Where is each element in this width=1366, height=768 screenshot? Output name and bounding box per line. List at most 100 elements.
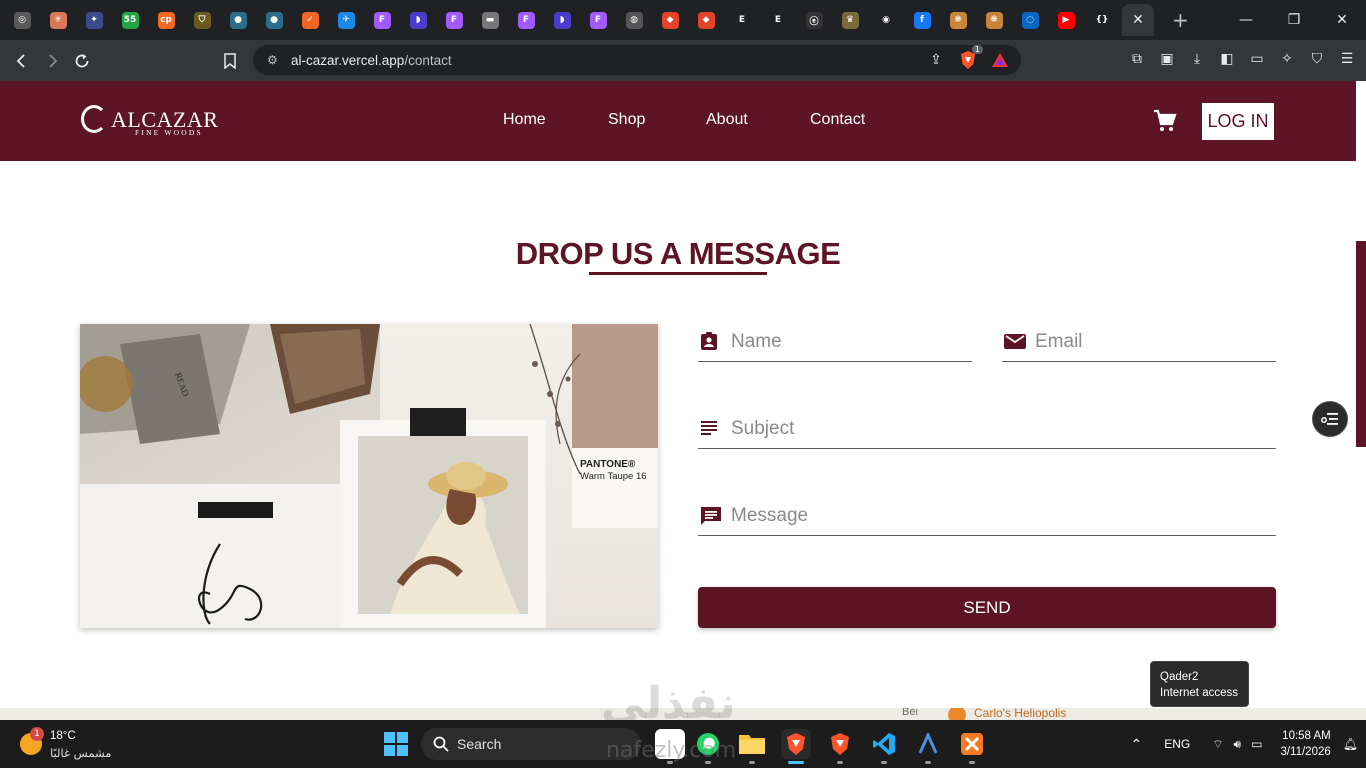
login-button[interactable]: LOG IN — [1202, 103, 1274, 140]
browser-tab[interactable]: F — [436, 4, 472, 36]
message-input[interactable] — [731, 502, 1194, 530]
browser-tab[interactable]: ◎ — [4, 4, 40, 36]
language-indicator[interactable]: ENG — [1164, 737, 1190, 751]
menu-icon[interactable]: ☰ — [1336, 48, 1358, 70]
send-button[interactable]: SEND — [698, 587, 1276, 628]
brave-icon — [831, 733, 849, 755]
browser-tab[interactable]: ▶ — [1048, 4, 1084, 36]
browser-tab[interactable]: ◌ — [1012, 4, 1048, 36]
browser-tab[interactable]: ✳ — [40, 4, 76, 36]
tray-overflow-chevron-icon[interactable]: ⌃ — [1131, 736, 1143, 753]
window-close-button[interactable]: ✕ — [1318, 0, 1366, 40]
brackets-icon: {} — [1093, 11, 1111, 29]
name-input[interactable] — [731, 328, 951, 356]
taskbar-app-xampp[interactable] — [957, 729, 987, 764]
new-tab-button[interactable]: + — [1172, 8, 1189, 32]
volume-icon[interactable]: 🔊︎ — [1234, 737, 1242, 752]
browser-tab[interactable]: F — [364, 4, 400, 36]
browser-tab[interactable]: ✦ — [76, 4, 112, 36]
site-info-icon[interactable]: ⚙ — [267, 53, 289, 67]
browser-tab[interactable]: E — [760, 4, 796, 36]
minimize-button[interactable]: — — [1222, 0, 1270, 40]
share-icon[interactable]: ⇪ — [925, 49, 947, 71]
leo-ai-icon[interactable]: ✧ — [1276, 48, 1298, 70]
address-bar[interactable]: ⚙ al-cazar.vercel.app/contact ⇪ 1 — [253, 45, 1021, 75]
bookmark-button[interactable] — [215, 46, 245, 76]
taskbar-app-brave[interactable] — [825, 729, 855, 764]
browser-tab[interactable]: ⛉ — [184, 4, 220, 36]
vpn-icon[interactable]: ⛉ — [1306, 48, 1328, 70]
downloads-icon[interactable]: ⤓ — [1186, 48, 1208, 70]
name-field — [698, 324, 972, 362]
extensions-icon[interactable]: ⧉ — [1126, 48, 1148, 70]
browser-tab[interactable]: F — [508, 4, 544, 36]
brave-shields-badge: 1 — [971, 45, 983, 54]
browser-tab[interactable]: ◉ — [868, 4, 904, 36]
browser-tab[interactable]: cp — [148, 4, 184, 36]
maximize-button[interactable]: ❐ — [1270, 0, 1318, 40]
nav-home[interactable]: Home — [503, 111, 546, 129]
brave-shields-icon[interactable]: 1 — [957, 45, 983, 71]
wifi-icon[interactable]: ⌔ — [1212, 737, 1223, 752]
nav-contact[interactable]: Contact — [810, 111, 865, 129]
browser-tab-active[interactable]: ✕ — [1122, 4, 1154, 36]
nav-shop[interactable]: Shop — [608, 111, 645, 129]
site-logo[interactable]: ALCAZAR FINE WOODS — [81, 105, 231, 139]
browser-tab[interactable]: ● — [220, 4, 256, 36]
browser-tab[interactable]: ● — [256, 4, 292, 36]
email-input[interactable] — [1035, 328, 1255, 356]
sidebar-icon[interactable]: ◧ — [1216, 48, 1238, 70]
weather-temperature: 18°C — [50, 730, 76, 742]
browser-tab[interactable]: F — [580, 4, 616, 36]
email-field — [1002, 324, 1276, 362]
youtube-icon: ▶ — [1057, 11, 1075, 29]
forward-button[interactable] — [37, 46, 67, 76]
reading-mode-icon[interactable]: ▣ — [1156, 48, 1178, 70]
pattern-icon: ❋ — [985, 11, 1003, 29]
subject-input[interactable] — [731, 415, 1194, 443]
browser-tab[interactable]: ◗ — [400, 4, 436, 36]
pattern-icon: ❋ — [949, 11, 967, 29]
browser-tab[interactable]: ⓔ — [796, 4, 832, 36]
back-button[interactable] — [7, 46, 37, 76]
reload-button[interactable] — [67, 46, 97, 76]
taskbar-app-explorer[interactable] — [737, 729, 767, 764]
taskbar-app-arc[interactable] — [913, 729, 943, 764]
browser-tab[interactable]: ♛ — [832, 4, 868, 36]
browser-tab[interactable]: f — [904, 4, 940, 36]
browser-tab[interactable]: ◗ — [544, 4, 580, 36]
browser-tab[interactable]: 55 — [112, 4, 148, 36]
battery-icon[interactable]: ▭ — [1251, 737, 1262, 751]
window-controls: — ❐ ✕ — [1222, 0, 1366, 40]
brave-rewards-icon[interactable] — [989, 49, 1011, 71]
figma-icon: F — [517, 11, 535, 29]
nav-about[interactable]: About — [706, 111, 748, 129]
browser-tab[interactable]: ◍ — [616, 4, 652, 36]
search-icon — [433, 736, 449, 752]
page-title: DROP US A MESSAGE — [515, 236, 841, 271]
github-icon: ◉ — [877, 11, 895, 29]
figma-icon: F — [373, 11, 391, 29]
wallet-icon[interactable]: ▭ — [1246, 48, 1268, 70]
browser-tab[interactable]: ✓ — [292, 4, 328, 36]
browser-tab[interactable]: ❋ — [976, 4, 1012, 36]
toolbar-actions: ⧉ ▣ ⤓ ◧ ▭ ✧ ⛉ ☰ — [1126, 48, 1358, 70]
reload-icon — [75, 53, 89, 67]
browser-tab[interactable]: ◆ — [652, 4, 688, 36]
floating-filter-button[interactable] — [1312, 401, 1348, 437]
taskbar-app-brave-active[interactable] — [781, 729, 811, 764]
browser-tab[interactable]: ◆ — [688, 4, 724, 36]
notifications-bell-icon[interactable]: 🔔︎ — [1343, 737, 1358, 751]
browser-tab[interactable]: ▬ — [472, 4, 508, 36]
tab-close-icon[interactable]: ✕ — [1132, 12, 1144, 28]
weather-widget[interactable]: 1 18°C مشمس غالبًا — [18, 727, 128, 762]
browser-tab[interactable]: {} — [1084, 4, 1120, 36]
clock[interactable]: 10:58 AM 3/11/2026 — [1280, 728, 1330, 760]
figma-icon: F — [589, 11, 607, 29]
taskbar-app-vscode[interactable] — [869, 729, 899, 764]
cart-button[interactable] — [1153, 109, 1177, 133]
browser-tab[interactable]: ❋ — [940, 4, 976, 36]
browser-tab[interactable]: ✈ — [328, 4, 364, 36]
browser-tab[interactable]: E — [724, 4, 760, 36]
start-button[interactable] — [384, 732, 408, 756]
